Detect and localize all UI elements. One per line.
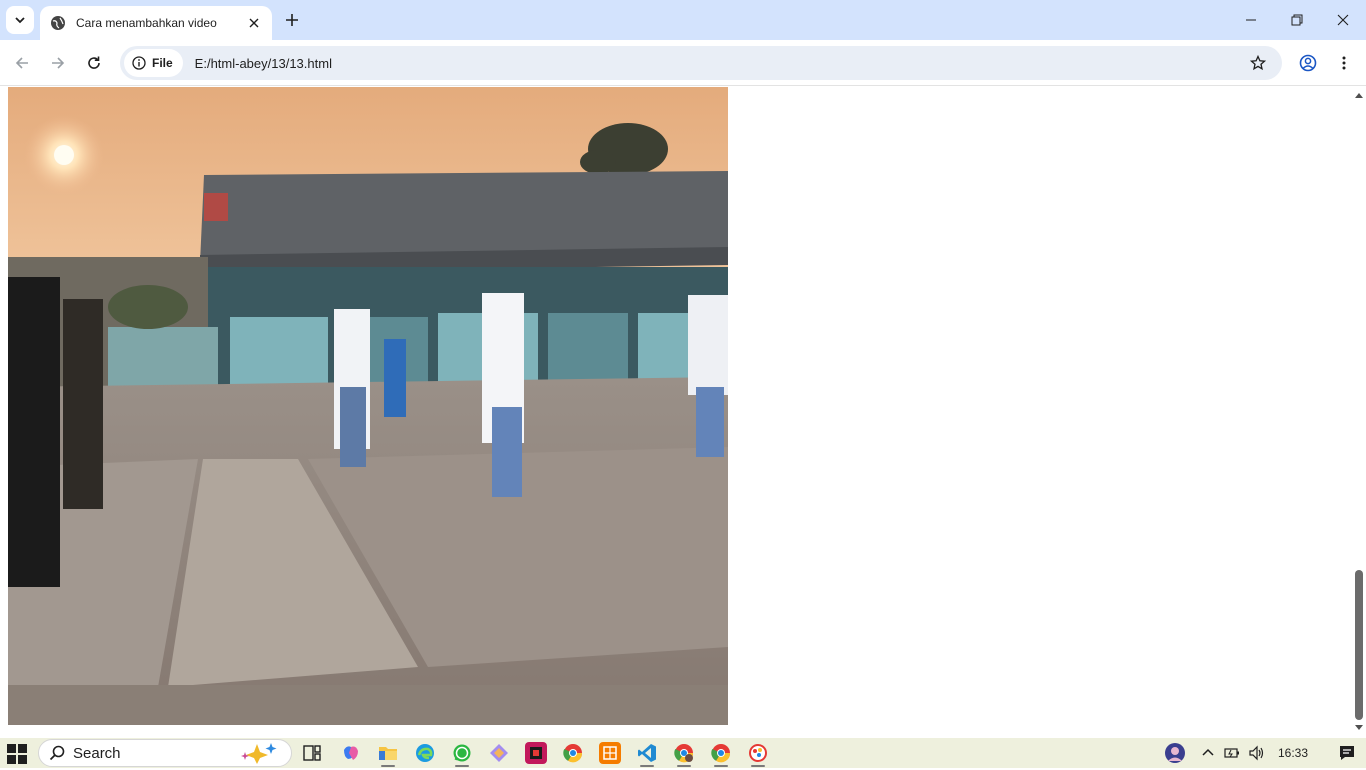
info-icon <box>132 56 146 70</box>
profile-icon <box>1299 54 1317 72</box>
tab-active[interactable]: Cara menambahkan video <box>40 6 272 40</box>
app-orange-icon[interactable] <box>599 742 621 764</box>
app-red-icon[interactable] <box>525 742 547 764</box>
system-tray: 16:33 <box>1164 738 1356 768</box>
chrome-profile-3-icon[interactable] <box>710 742 732 764</box>
page-scrollbar[interactable] <box>1352 87 1366 737</box>
back-button[interactable] <box>8 49 36 77</box>
avatar-icon[interactable] <box>1164 742 1186 764</box>
chrome-profile-2-icon[interactable] <box>673 742 695 764</box>
plus-icon <box>286 14 298 26</box>
copilot-icon[interactable] <box>340 742 362 764</box>
site-info-label: File <box>152 56 173 70</box>
running-indicator <box>640 765 654 767</box>
restore-icon <box>1291 14 1303 26</box>
minimize-icon <box>1246 19 1256 21</box>
reload-icon <box>88 56 100 69</box>
url-text[interactable]: E:/html-abey/13/13.html <box>195 56 1244 71</box>
app-paint-icon[interactable] <box>747 742 769 764</box>
scrollbar-thumb[interactable] <box>1355 570 1363 720</box>
chrome-icon[interactable] <box>562 742 584 764</box>
file-explorer-icon[interactable] <box>377 742 399 764</box>
browser-toolbar: File E:/html-abey/13/13.html <box>0 40 1366 86</box>
video-frame <box>8 87 728 725</box>
close-window-button[interactable] <box>1320 0 1366 40</box>
notification-icon[interactable] <box>1338 744 1356 762</box>
volume-icon[interactable] <box>1248 745 1266 761</box>
tab-strip: Cara menambahkan video <box>0 0 1366 40</box>
whatsapp-icon[interactable] <box>451 742 473 764</box>
arrow-right-icon <box>52 57 65 69</box>
search-label: Search <box>73 744 121 762</box>
video-player[interactable] <box>8 87 728 725</box>
address-bar[interactable]: File E:/html-abey/13/13.html <box>120 46 1282 80</box>
chevron-down-icon <box>15 17 25 24</box>
edge-icon[interactable] <box>414 742 436 764</box>
running-indicator <box>381 765 395 767</box>
arrow-left-icon <box>15 57 28 69</box>
close-icon <box>1337 14 1349 26</box>
search-icon <box>49 745 65 761</box>
windows-start-icon[interactable] <box>6 743 28 765</box>
windows-taskbar: Search 16:33 <box>0 738 1366 768</box>
reload-button[interactable] <box>80 49 108 77</box>
tab-list-button[interactable] <box>6 6 34 34</box>
task-view-icon[interactable] <box>301 742 323 764</box>
menu-button[interactable] <box>1330 49 1358 77</box>
globe-icon <box>50 15 66 31</box>
tab-close-icon[interactable] <box>246 15 262 31</box>
running-indicator <box>455 765 469 767</box>
vscode-icon[interactable] <box>636 742 658 764</box>
forward-button[interactable] <box>44 49 72 77</box>
site-info-chip[interactable]: File <box>124 49 183 77</box>
app-gem-icon[interactable] <box>488 742 510 764</box>
restore-button[interactable] <box>1274 0 1320 40</box>
kebab-menu-icon <box>1342 56 1346 70</box>
running-indicator <box>751 765 765 767</box>
page-content <box>0 87 1352 737</box>
profile-button[interactable] <box>1294 49 1322 77</box>
new-tab-button[interactable] <box>280 8 304 32</box>
battery-icon[interactable] <box>1224 746 1240 760</box>
star-icon[interactable] <box>1244 49 1272 77</box>
scroll-down-icon[interactable] <box>1355 724 1363 732</box>
sparkle-icon <box>241 743 277 764</box>
taskbar-search[interactable]: Search <box>38 739 292 767</box>
running-indicator <box>714 765 728 767</box>
chevron-up-icon[interactable] <box>1202 747 1214 759</box>
tab-title: Cara menambahkan video <box>76 16 217 30</box>
scroll-up-icon[interactable] <box>1355 91 1363 99</box>
minimize-button[interactable] <box>1228 0 1274 40</box>
clock-time[interactable]: 16:33 <box>1278 746 1308 760</box>
running-indicator <box>677 765 691 767</box>
